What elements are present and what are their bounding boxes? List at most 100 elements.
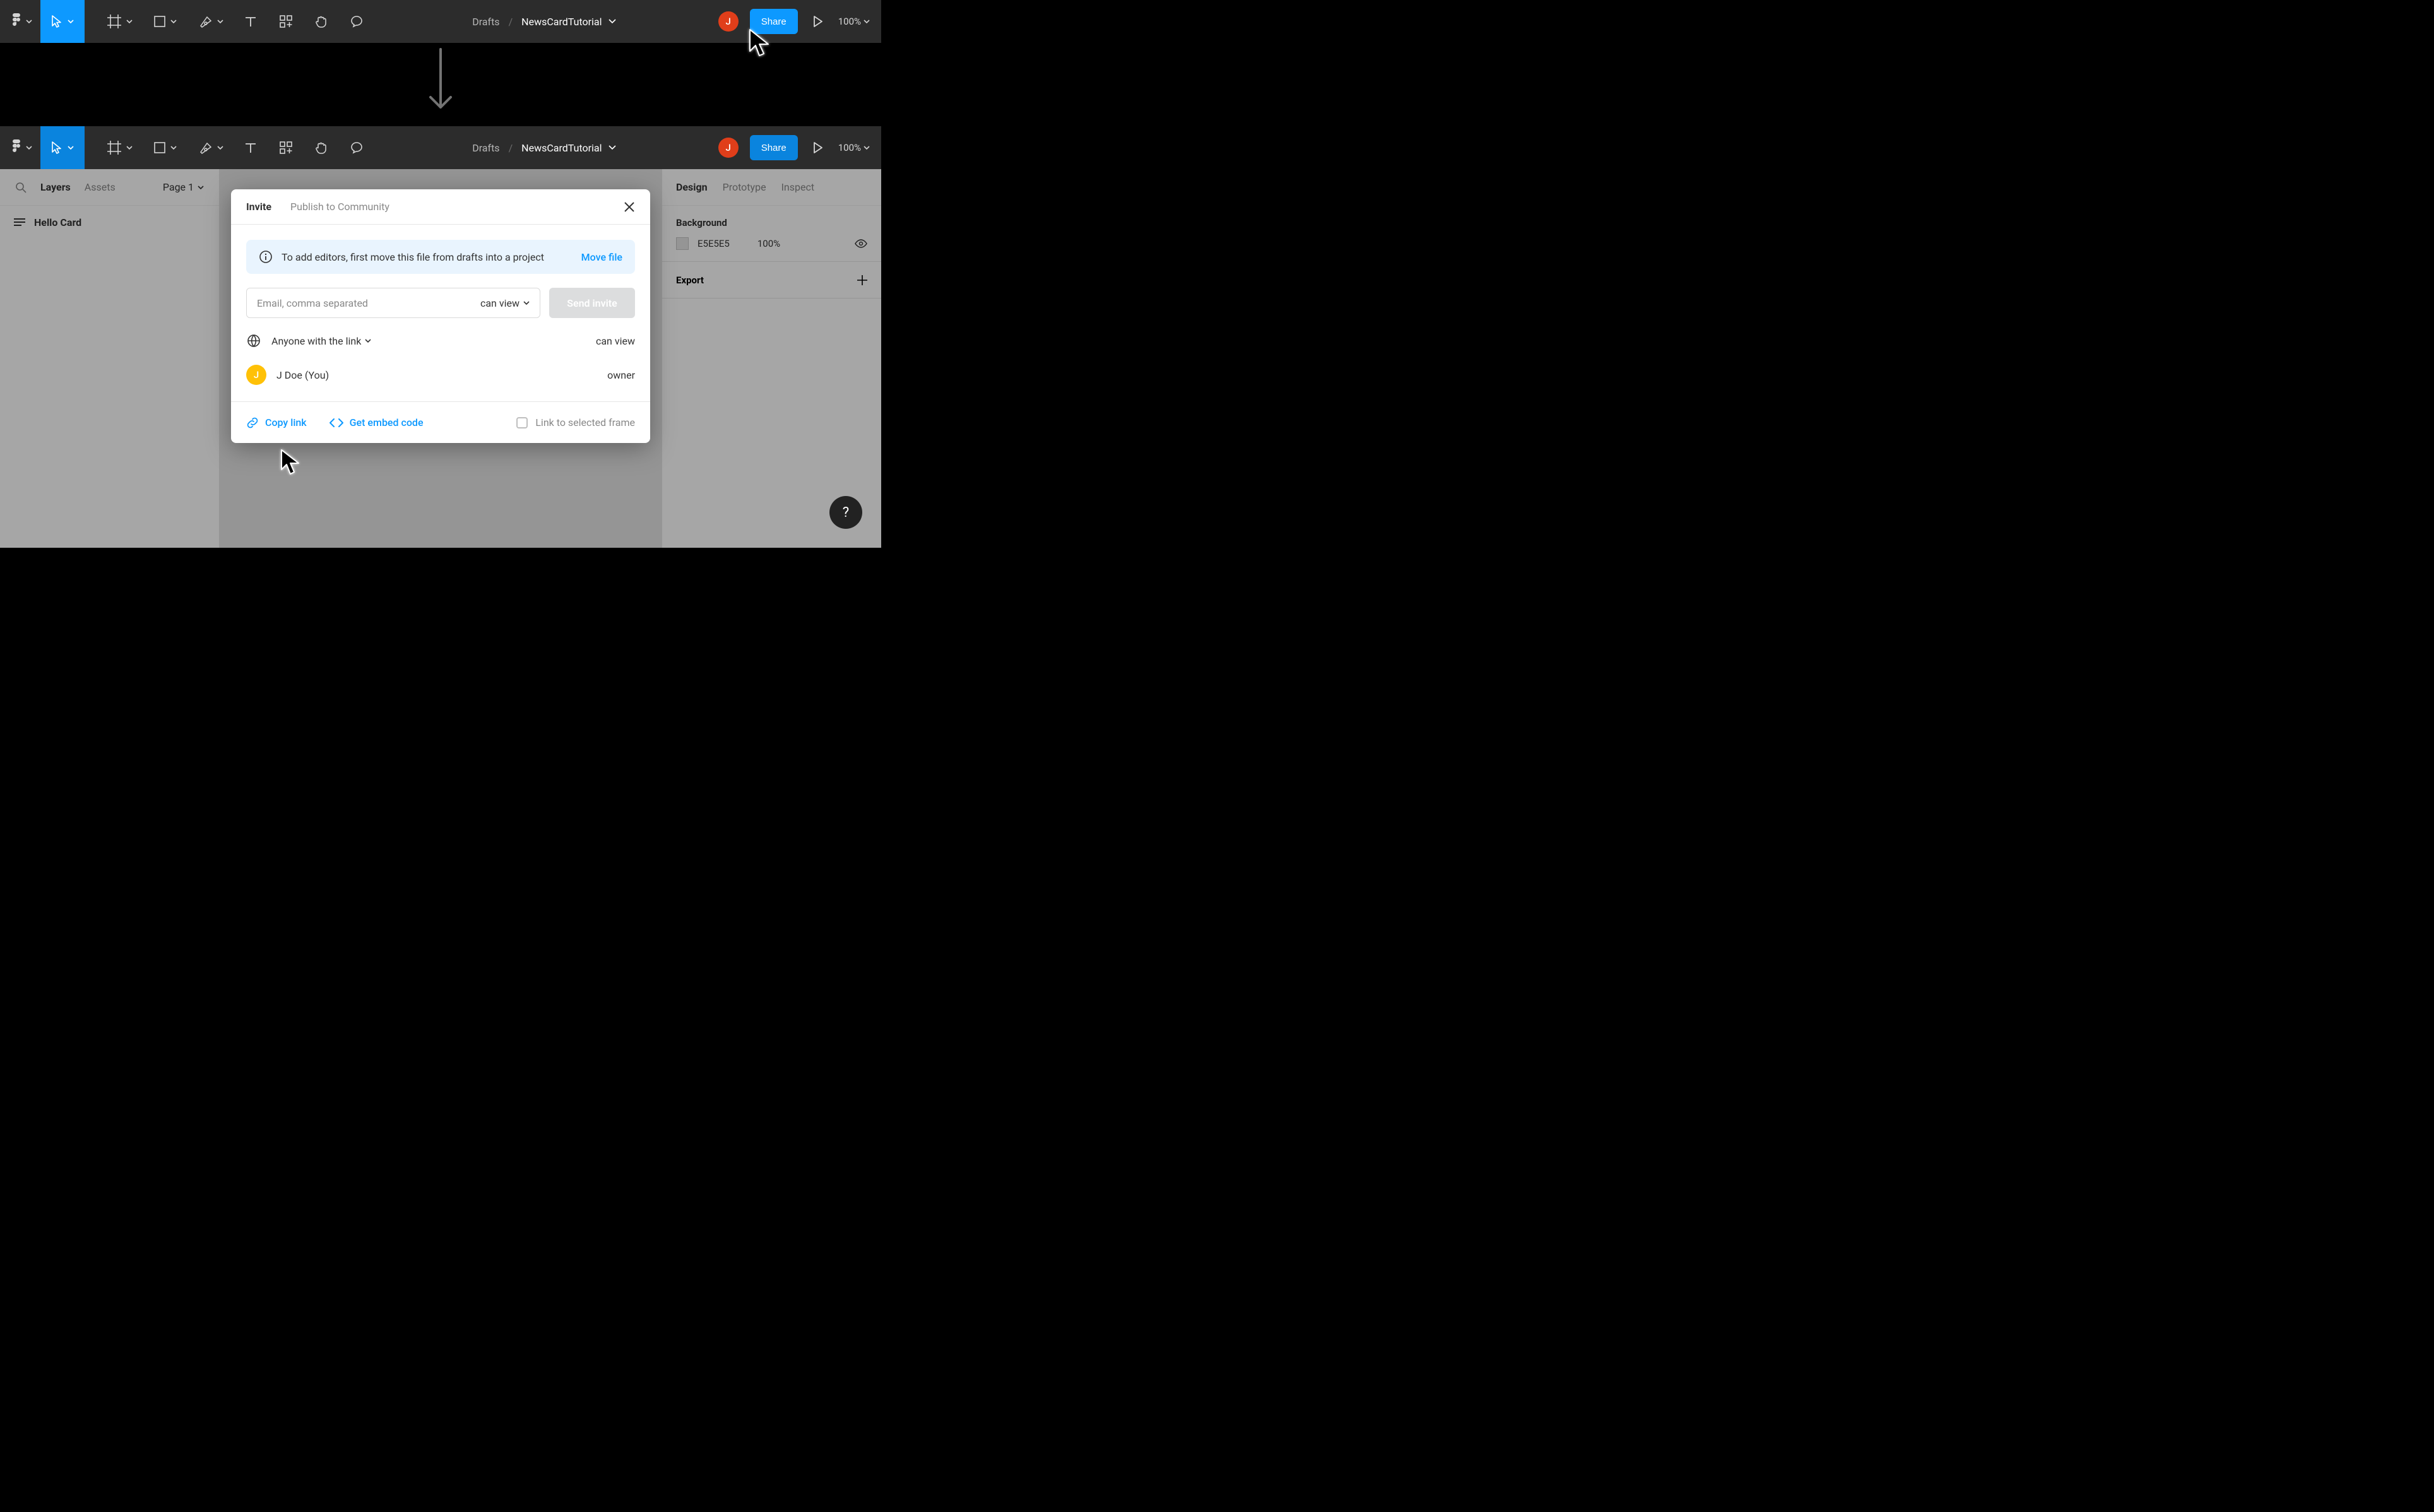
text-tool[interactable]	[237, 126, 264, 169]
copy-link-button[interactable]: Copy link	[246, 416, 307, 429]
user-role: owner	[607, 369, 635, 381]
frame-icon	[107, 141, 121, 155]
info-banner: To add editors, first move this file fro…	[246, 240, 635, 274]
toolbar-before: Drafts / NewsCardTutorial J Share 100%	[0, 0, 881, 43]
hand-icon	[314, 141, 328, 155]
rectangle-icon	[154, 142, 165, 153]
modal-body: To add editors, first move this file fro…	[231, 225, 650, 401]
chevron-down-icon	[68, 146, 74, 150]
breadcrumb: Drafts / NewsCardTutorial	[370, 142, 718, 154]
rectangle-icon	[154, 16, 165, 27]
link-to-frame-option[interactable]: Link to selected frame	[516, 416, 635, 428]
breadcrumb: Drafts / NewsCardTutorial	[370, 16, 718, 28]
checkbox[interactable]	[516, 417, 528, 428]
hand-tool[interactable]	[308, 126, 335, 169]
frame-tool[interactable]	[102, 126, 138, 169]
share-modal: Invite Publish to Community To add edito…	[231, 189, 650, 443]
pen-icon	[198, 141, 212, 155]
zoom-menu[interactable]: 100%	[838, 142, 870, 153]
chevron-down-icon	[170, 20, 177, 23]
pen-tool[interactable]	[193, 126, 229, 169]
permission-label: can view	[480, 297, 519, 309]
frame-icon	[107, 15, 121, 28]
main-menu-button[interactable]	[0, 126, 40, 169]
move-tool[interactable]	[40, 126, 85, 169]
resources-tool[interactable]	[273, 0, 299, 43]
toolbar-right: J Share 100%	[718, 126, 881, 169]
email-placeholder: Email, comma separated	[257, 297, 368, 309]
text-tool[interactable]	[237, 0, 264, 43]
share-button[interactable]: Share	[750, 9, 798, 34]
comment-tool[interactable]	[343, 0, 370, 43]
breadcrumb-separator: /	[509, 142, 513, 154]
file-name[interactable]: NewsCardTutorial	[521, 142, 615, 154]
send-invite-button[interactable]: Send invite	[549, 288, 635, 318]
permission-selector[interactable]: can view	[480, 297, 530, 309]
chevron-down-icon	[170, 146, 177, 150]
move-tool[interactable]	[40, 0, 85, 43]
breadcrumb-drafts[interactable]: Drafts	[472, 142, 499, 154]
invite-row: Email, comma separated can view Send inv…	[246, 288, 635, 318]
figma-logo-icon	[11, 139, 22, 156]
email-input[interactable]: Email, comma separated can view	[246, 288, 540, 318]
present-button[interactable]	[809, 142, 827, 153]
file-name[interactable]: NewsCardTutorial	[521, 16, 615, 28]
close-button[interactable]	[624, 201, 635, 213]
user-avatar[interactable]: J	[718, 11, 739, 32]
main-menu-button[interactable]	[0, 0, 40, 43]
play-icon	[813, 142, 823, 153]
user-avatar: J	[246, 365, 266, 385]
comment-icon	[350, 141, 364, 155]
globe-icon	[246, 333, 261, 348]
toolbar-left	[0, 0, 370, 43]
toolbar-left	[0, 126, 370, 169]
link-to-frame-label: Link to selected frame	[535, 416, 635, 428]
link-icon	[246, 416, 259, 429]
info-text: To add editors, first move this file fro…	[282, 251, 544, 263]
tab-publish[interactable]: Publish to Community	[290, 201, 389, 213]
chevron-down-icon	[68, 20, 74, 23]
pen-icon	[198, 15, 212, 28]
pen-tool[interactable]	[193, 0, 229, 43]
frame-tool[interactable]	[102, 0, 138, 43]
zoom-menu[interactable]: 100%	[838, 16, 870, 27]
chevron-down-icon	[26, 20, 32, 23]
cursor-icon	[51, 15, 62, 28]
file-name-label: NewsCardTutorial	[521, 16, 602, 28]
link-permission[interactable]: can view	[596, 335, 635, 347]
shape-tool[interactable]	[148, 126, 183, 169]
chevron-down-icon	[864, 146, 870, 150]
chevron-down-icon	[126, 146, 133, 150]
close-icon	[624, 201, 635, 213]
chevron-down-icon	[864, 20, 870, 23]
resources-tool[interactable]	[273, 126, 299, 169]
user-avatar[interactable]: J	[718, 138, 739, 158]
breadcrumb-drafts[interactable]: Drafts	[472, 16, 499, 28]
info-icon	[259, 250, 273, 264]
resources-icon	[280, 15, 292, 28]
text-icon	[244, 141, 257, 154]
hand-tool[interactable]	[308, 0, 335, 43]
chevron-down-icon	[26, 146, 32, 150]
figma-logo-icon	[11, 13, 22, 30]
shape-tool[interactable]	[148, 0, 183, 43]
help-button[interactable]: ?	[829, 496, 862, 529]
zoom-label: 100%	[838, 142, 861, 153]
present-button[interactable]	[809, 16, 827, 27]
tab-invite[interactable]: Invite	[246, 201, 271, 213]
link-access-label[interactable]: Anyone with the link	[271, 335, 371, 347]
text-icon	[244, 15, 257, 28]
hand-icon	[314, 15, 328, 28]
toolbar-after: Drafts / NewsCardTutorial J Share 100%	[0, 126, 881, 169]
cursor-icon	[51, 141, 62, 154]
chevron-down-icon	[523, 301, 530, 305]
comment-tool[interactable]	[343, 126, 370, 169]
embed-code-button[interactable]: Get embed code	[329, 416, 424, 428]
chevron-down-icon	[217, 20, 223, 23]
move-file-link[interactable]: Move file	[581, 251, 622, 263]
chevron-down-icon	[217, 146, 223, 150]
play-icon	[813, 16, 823, 27]
toolbar-right: J Share 100%	[718, 0, 881, 43]
share-button[interactable]: Share	[750, 135, 798, 160]
resources-icon	[280, 141, 292, 154]
